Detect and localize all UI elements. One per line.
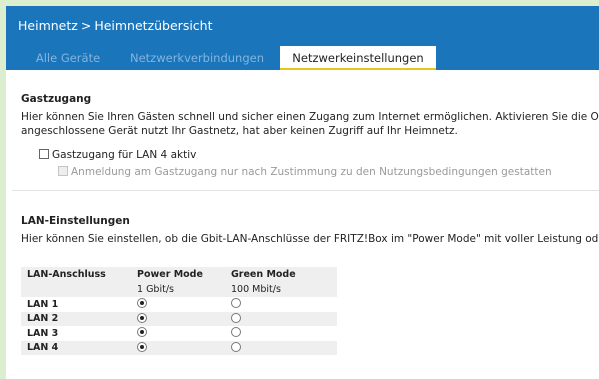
section-title-gastzugang: Gastzugang [21, 93, 92, 105]
app-window: Heimnetz > Heimnetzübersicht Alle Geräte N… [6, 6, 599, 379]
lan3-power-mode-radio[interactable] [137, 327, 147, 338]
table-row: LAN 2 [21, 311, 337, 326]
column-header-port: LAN-Anschluss [21, 267, 131, 282]
header-bar: Heimnetz > Heimnetzübersicht Alle Geräte N… [6, 6, 599, 70]
lan1-power-mode-radio[interactable] [137, 298, 147, 309]
lan-port-label: LAN 2 [21, 311, 131, 326]
zustimmung-label: Anmeldung am Gastzugang nur nach Zustimm… [71, 166, 552, 178]
column-header-green-mode: Green Mode [225, 267, 337, 282]
table-row: LAN 4 [21, 340, 337, 355]
breadcrumb-separator: > [80, 18, 92, 33]
lan-port-label: LAN 1 [27, 298, 59, 310]
table-header-row: LAN-Anschluss Power Mode Green Mode [21, 267, 337, 282]
subheader-port [21, 282, 131, 297]
lan4-green-mode-radio[interactable] [231, 341, 241, 352]
lan-port-label: LAN 3 [27, 327, 59, 339]
lan2-green-mode-radio[interactable] [231, 312, 241, 323]
checkbox-box-disabled[interactable] [58, 166, 68, 176]
tab-netzwerkverbindungen[interactable]: Netzwerkverbindungen [120, 46, 274, 70]
gastzugang-description-line1: Hier können Sie Ihren Gästen schnell und… [21, 111, 599, 123]
breadcrumb: Heimnetz > Heimnetzübersicht [18, 18, 213, 33]
table-row: LAN 3 [21, 326, 337, 341]
zustimmung-checkbox[interactable]: Anmeldung am Gastzugang nur nach Zustimm… [58, 166, 552, 178]
column-header-power-mode: Power Mode [131, 267, 225, 282]
lan-ports-table: LAN-Anschluss Power Mode Green Mode 1 Gb… [21, 267, 337, 355]
table-subheader-row: 1 Gbit/s 100 Mbit/s [21, 282, 337, 297]
gastzugang-lan4-label: Gastzugang für LAN 4 aktiv [52, 149, 197, 161]
subheader-power-speed: 1 Gbit/s [131, 282, 225, 297]
gastzugang-lan4-checkbox[interactable]: Gastzugang für LAN 4 aktiv [39, 149, 196, 161]
tab-alle-geraete[interactable]: Alle Geräte [18, 46, 118, 70]
lan-description: Hier können Sie einstellen, ob die Gbit-… [21, 233, 599, 245]
lan-port-label: LAN 4 [21, 340, 131, 355]
breadcrumb-item-heimnetz[interactable]: Heimnetz [18, 18, 78, 33]
gastzugang-description-line2: angeschlossene Gerät nutzt Ihr Gastnetz,… [21, 125, 458, 137]
section-title-lan-einstellungen: LAN-Einstellungen [21, 215, 130, 227]
lan1-green-mode-radio[interactable] [231, 298, 241, 309]
subheader-green-speed: 100 Mbit/s [225, 282, 337, 297]
lan2-power-mode-radio[interactable] [137, 312, 147, 323]
breadcrumb-item-current: Heimnetzübersicht [94, 18, 213, 33]
section-divider [12, 190, 599, 191]
lan3-green-mode-radio[interactable] [231, 327, 241, 338]
table-row: LAN 1 [21, 297, 337, 312]
checkbox-box[interactable] [39, 149, 49, 159]
lan4-power-mode-radio[interactable] [137, 341, 147, 352]
tab-netzwerkeinstellungen[interactable]: Netzwerkeinstellungen [280, 46, 436, 70]
